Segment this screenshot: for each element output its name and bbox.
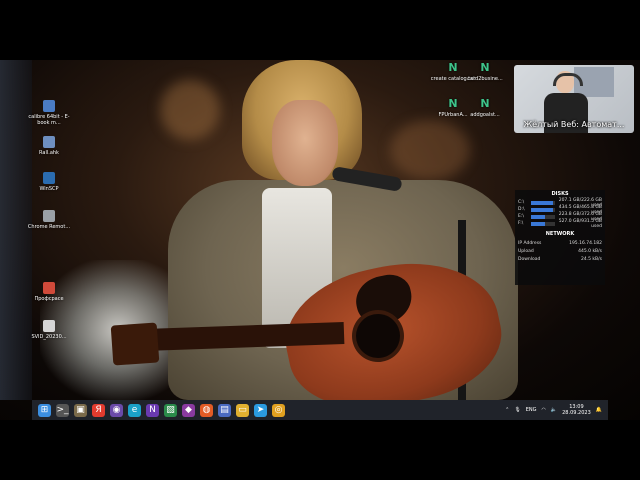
wallpaper-guitar-headstock [110,322,160,366]
app-icon[interactable]: ▣ [74,403,87,417]
wallpaper-guitar-soundhole [356,314,400,358]
volume-icon[interactable]: 🔈 [551,407,557,413]
app2-icon[interactable]: ◆ [182,403,195,417]
desktop-icon-calibre[interactable]: calibre 64bit - E-book m... [26,100,72,126]
taskbar: ⊞ >_ ▣ Я ◉ e N ▧ ◆ ◍ ▤ ▭ ➤ ◎ ⌃ 🎙 ENG ◠ 🔈 13:09 28.09.… [32,400,608,420]
notepad-n-icon: N [448,97,458,110]
disk-usage-bar [531,207,554,212]
system-monitor-widget: DISKS C:\ 207.1 GB/222.6 GB used D:\ 434… [515,190,605,285]
system-tray: ⌃ 🎙 ENG ◠ 🔈 13:09 28.09.2023 🔔 [505,400,602,420]
desktop-icon-app[interactable]: Профсрасе [26,282,72,302]
wallpaper-face [272,100,338,186]
network-row: IP Address 195.16.74.182 [518,240,602,246]
desktop-icon-chrome-remote[interactable]: Chrome Remot... [26,210,72,230]
language-indicator[interactable]: ENG [526,407,537,413]
folder-icon[interactable]: ▭ [236,403,249,417]
disk-usage-bar [531,221,545,226]
clock-date: 28.09.2023 [562,410,591,416]
webcam-caption: Жёлтый Веб: Автомат... [523,120,625,129]
notification-bell-icon[interactable]: 🔔 [596,407,602,413]
telegram-icon[interactable]: ➤ [254,403,267,417]
autohotkey-script-icon [43,136,55,148]
terminal-icon[interactable]: >_ [56,403,69,417]
disk-row: F:\ 527.0 GB/931.5 GB used [518,218,602,229]
network-title: NETWORK [545,231,575,237]
notepad-n-icon: N [480,97,490,110]
edge-icon[interactable]: e [128,403,141,417]
desktop-icon-winscp[interactable]: WinSCP [26,172,72,192]
desktop-icon-card2business[interactable]: N card2busine... [462,61,508,83]
webcam-overlay: Жёлтый Веб: Автомат... [514,65,634,133]
onenote-icon[interactable]: N [146,403,159,417]
start-icon[interactable]: ⊞ [38,403,51,417]
disks-title: DISKS [551,191,569,197]
winscp-icon [43,172,55,184]
wifi-icon[interactable]: ◠ [542,407,546,413]
network-row: Upload 445.0 kB/s [518,248,602,254]
desktop-icon-addgoalst[interactable]: N addgoalst... [462,97,508,119]
desktop-icon-video[interactable]: SVID_20230... [26,320,72,340]
desktop: calibre 64bit - E-book m... Rall.ahk Win… [0,60,640,420]
notepad-n-icon: N [448,61,458,74]
gallery-icon[interactable]: ▧ [164,403,177,417]
chrome-remote-icon [43,210,55,222]
obs-icon[interactable]: ◉ [110,403,123,417]
disk-usage-bar [531,200,554,205]
chrome-icon[interactable]: ◎ [272,403,285,417]
disk-usage-bar [531,214,546,219]
video-file-icon [43,320,55,332]
stage-light [160,80,220,140]
calibre-icon [43,100,55,112]
notepad-n-icon: N [480,61,490,74]
clock[interactable]: 13:09 28.09.2023 [562,404,591,416]
microphone-icon[interactable]: 🎙 [514,407,520,413]
chevron-up-icon[interactable]: ⌃ [505,407,509,413]
brave-icon[interactable]: ◍ [200,403,213,417]
app-icon [43,282,55,294]
headset-icon [553,73,583,86]
save-icon[interactable]: ▤ [218,403,231,417]
yandex-icon[interactable]: Я [92,403,105,417]
network-row: Download 24.5 kB/s [518,256,602,262]
stage-light [390,120,470,180]
desktop-icon-rall-ahk[interactable]: Rall.ahk [26,136,72,156]
